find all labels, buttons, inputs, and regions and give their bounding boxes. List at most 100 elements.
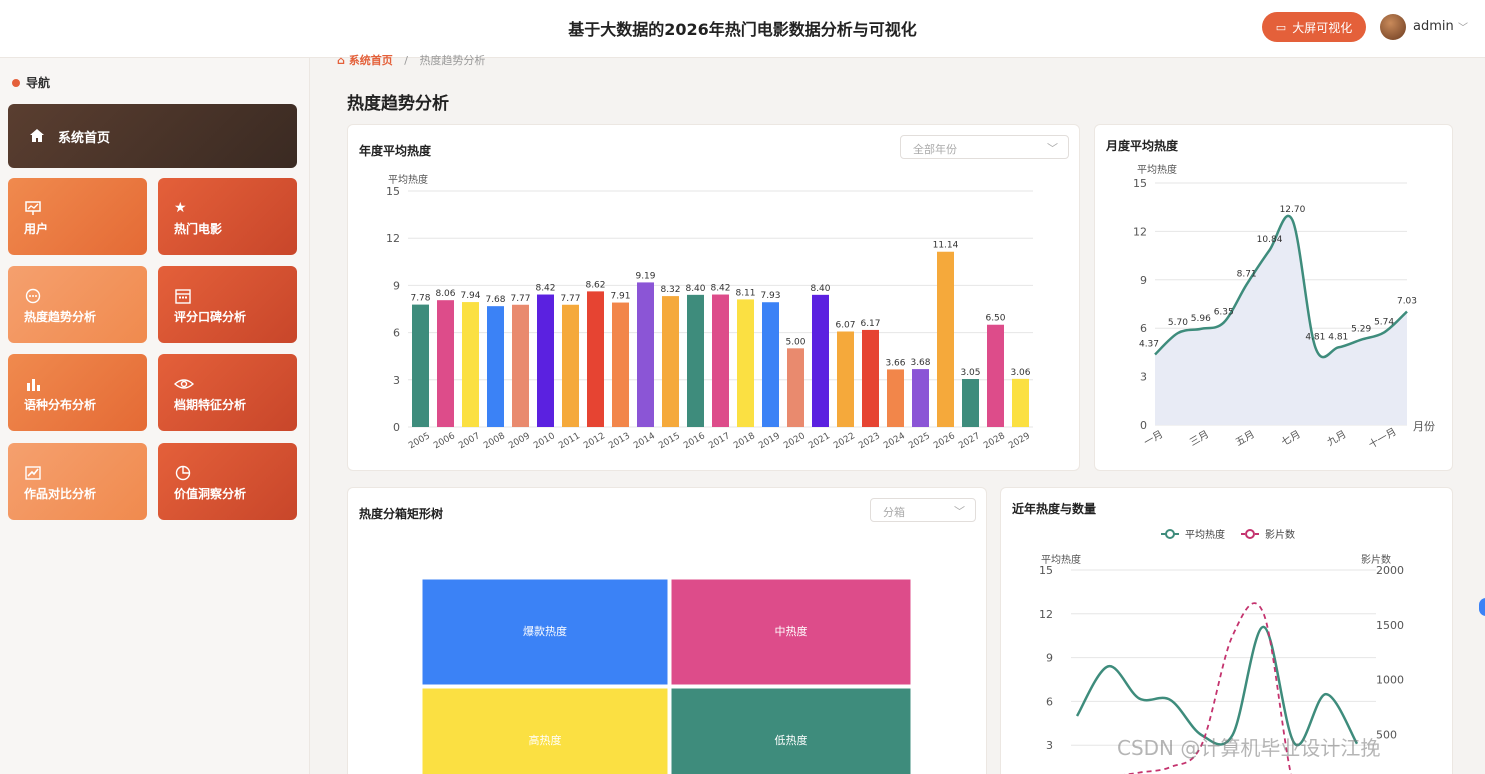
bar [487, 306, 504, 427]
x-tick-label: 2019 [757, 431, 782, 451]
big-screen-button[interactable]: ▭ 大屏可视化 [1262, 12, 1366, 42]
bar-value-label: 7.93 [760, 291, 780, 301]
eye-icon [173, 376, 297, 396]
watermark: CSDN @计算机毕业设计江挽 [1117, 736, 1381, 760]
y-tick-label: 12 [386, 232, 400, 245]
bar-value-label: 3.05 [960, 368, 980, 378]
recent-heat-card: 近年热度与数量 平均热度 影片数 3 6 9 12 15 500 1000 1500 2000 平均热… [1000, 487, 1453, 774]
treemap-card: 热度分箱矩形树 分箱 ﹀ 爆款热度 中热度 高热度 低热度 [347, 487, 987, 774]
x-tick-label: 2014 [632, 431, 657, 451]
point-value-label: 10.84 [1257, 235, 1283, 245]
x-tick-label: 十一月 [1366, 425, 1398, 451]
x-tick-label: 2025 [907, 431, 932, 451]
yearly-heat-card: 年度平均热度 全部年份 ﹀ 平均热度 0 3 6 9 12 15 7.78 2005 8.06 200… [347, 124, 1080, 471]
monthly-area-chart: 平均热度 0 3 6 9 12 15 4.37 5.70 5.966.35 8.71 10.84 12.… [1133, 163, 1435, 451]
x-tick-label: 2022 [832, 431, 857, 451]
sidebar-item-home[interactable]: 系统首页 [8, 104, 297, 168]
breadcrumb-sep: / [404, 54, 408, 67]
sidebar-item-language[interactable]: 语种分布分析 [8, 354, 147, 431]
sidebar-item-rating[interactable]: 评分口碑分析 [158, 266, 297, 343]
x-tick-label: 2015 [657, 431, 682, 451]
bar [787, 348, 804, 427]
treemap-label: 中热度 [775, 624, 808, 638]
sidebar-item-heat-trend[interactable]: 热度趋势分析 [8, 266, 147, 343]
y-tick-label: 15 [1133, 177, 1147, 190]
x-tick-label: 2017 [707, 431, 732, 451]
chat-icon [24, 288, 147, 308]
sidebar-item-label: 热门电影 [174, 222, 223, 236]
main-content: ⌂ 系统首页 / 热度趋势分析 热度趋势分析 年度平均热度 全部年份 ﹀ 平均热度… [311, 54, 1485, 774]
star-icon: ★ [174, 200, 187, 216]
x-tick-label: 2010 [532, 431, 557, 451]
sidebar-item-label: 语种分布分析 [24, 398, 97, 412]
point-value-label: 4.81 [1305, 332, 1325, 342]
bar [737, 299, 754, 427]
calendar-icon [174, 288, 297, 308]
bar-value-label: 6.17 [860, 319, 880, 329]
y-tick-label: 6 [393, 327, 400, 340]
x-tick-label: 2013 [607, 431, 632, 451]
sidebar-item-hot-movies[interactable]: ★ 热门电影 [158, 178, 297, 255]
chevron-down-icon[interactable]: ﹀ [1458, 19, 1468, 34]
trend-icon [24, 465, 147, 485]
username[interactable]: admin [1413, 19, 1454, 34]
treemap-label: 低热度 [775, 733, 808, 747]
x-tick-label: 七月 [1279, 428, 1302, 448]
point-value-label: 5.29 [1351, 325, 1371, 335]
point-value-label: 4.81 [1328, 332, 1348, 342]
bar-value-label: 7.91 [610, 292, 630, 302]
sidebar-item-compare[interactable]: 作品对比分析 [8, 443, 147, 520]
avatar[interactable] [1380, 14, 1406, 40]
x-tick-label: 九月 [1325, 428, 1348, 448]
sidebar-item-schedule[interactable]: 档期特征分析 [158, 354, 297, 431]
monthly-heat-card: 月度平均热度 平均热度 0 3 6 9 12 15 4.37 5.70 5.96 6.35 8.71 1… [1094, 124, 1453, 471]
bar [412, 304, 429, 427]
y-right-tick-label: 1000 [1376, 674, 1404, 687]
sidebar-item-users[interactable]: 用户 [8, 178, 147, 255]
point-value-label: 12.70 [1280, 205, 1306, 215]
point-value-label: 7.03 [1397, 297, 1417, 307]
bar [687, 294, 704, 427]
bar [587, 291, 604, 427]
legend-label: 影片数 [1265, 528, 1295, 541]
point-value-label: 5.74 [1374, 317, 1394, 327]
bar-value-label: 3.06 [1010, 368, 1030, 378]
bar [912, 369, 929, 427]
page-title: 热度趋势分析 [347, 94, 449, 114]
bar-value-label: 7.94 [460, 291, 480, 301]
point-value-label: 4.37 [1139, 339, 1159, 349]
y-tick-label: 6 [1046, 695, 1053, 708]
treemap-cell [670, 687, 912, 774]
x-tick-label: 2012 [582, 431, 607, 451]
heat-treemap: 爆款热度 中热度高热度 低热度 [421, 578, 912, 774]
x-tick-label: 2024 [882, 431, 907, 451]
nav-dot-icon [12, 78, 20, 87]
sidebar-item-value[interactable]: 价值洞察分析 [158, 443, 297, 520]
top-header: 基于大数据的2026年热门电影数据分析与可视化 ▭ 大屏可视化 admin ﹀ [0, 0, 1485, 58]
bar [937, 251, 954, 427]
bar-value-label: 7.77 [560, 294, 580, 304]
sidebar: 导航 系统首页 用户 ★ 热门电影 热度趋势分析 评分口碑分析 语种分布分析 档… [0, 58, 310, 774]
bar-value-label: 8.42 [535, 284, 555, 294]
bar [987, 324, 1004, 427]
bar-chart-icon [24, 376, 147, 396]
point-value-label: 6.35 [1214, 308, 1234, 318]
point-value-label: 5.70 [1168, 318, 1188, 328]
x-axis-title: 月份 [1413, 420, 1435, 433]
breadcrumb-home[interactable]: ⌂ 系统首页 [337, 54, 393, 67]
bar-value-label: 7.68 [485, 295, 505, 305]
bar-value-label: 6.07 [835, 320, 855, 330]
bar [962, 379, 979, 427]
y-axis-title: 平均热度 [1137, 163, 1177, 176]
bar [812, 294, 829, 427]
treemap-label: 爆款热度 [523, 624, 567, 638]
y-tick-label: 3 [1046, 739, 1053, 752]
sidebar-item-label: 作品对比分析 [24, 487, 97, 501]
float-handle[interactable] [1479, 598, 1485, 616]
x-tick-label: 2005 [407, 431, 432, 451]
big-screen-label: 大屏可视化 [1292, 20, 1353, 35]
treemap-cell [421, 687, 669, 774]
x-tick-label: 2026 [932, 431, 957, 451]
x-tick-label: 2009 [507, 431, 532, 451]
y-tick-label: 9 [1140, 274, 1147, 287]
